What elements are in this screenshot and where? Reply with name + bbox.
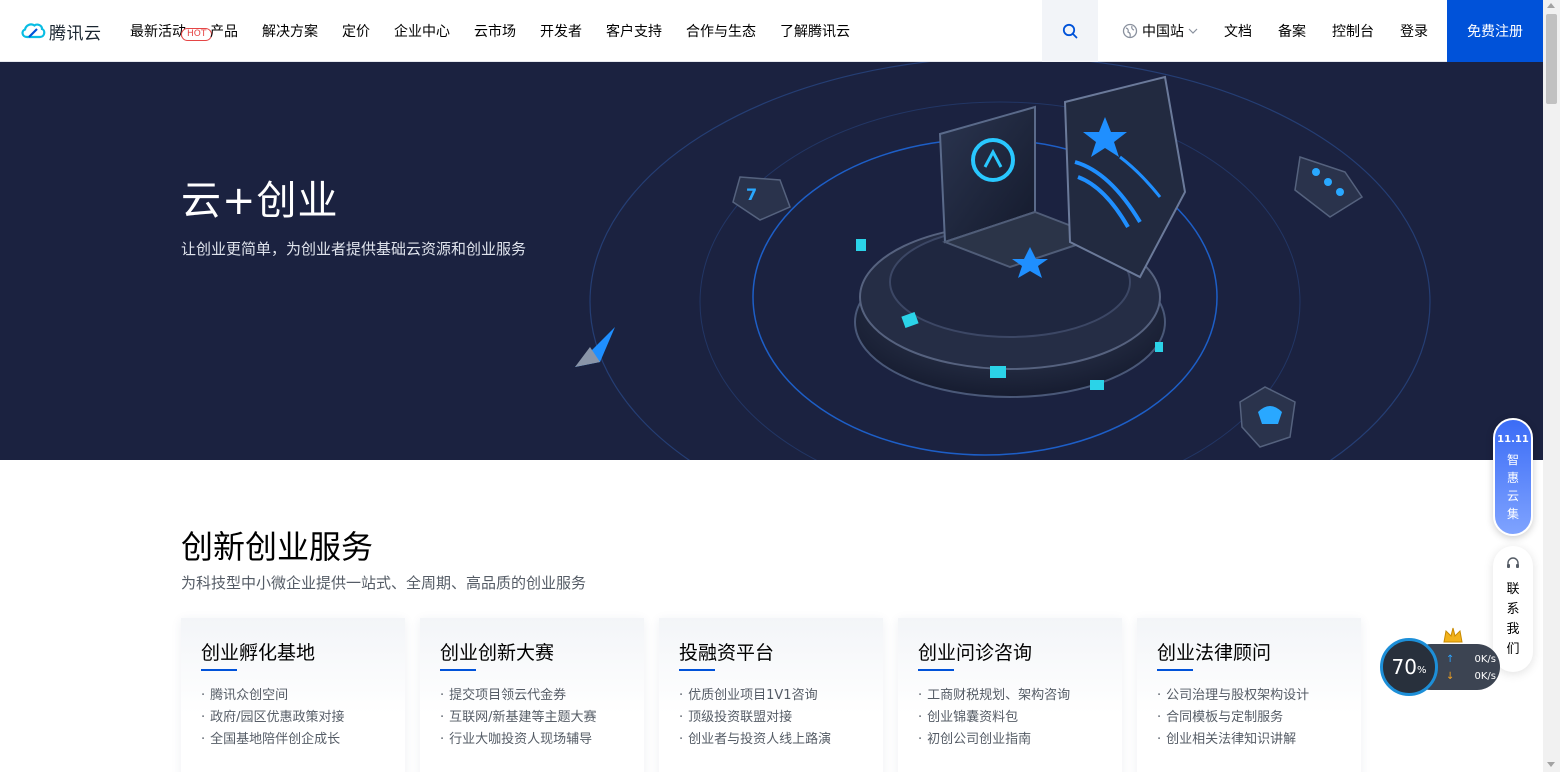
contact-char: 我 (1506, 622, 1520, 637)
nav-item-developers[interactable]: 开发者 (540, 21, 582, 41)
contact-char: 联 (1506, 582, 1520, 597)
service-card-incubation[interactable]: 创业孵化基地 腾讯众创空间 政府/园区优惠政策对接 全国基地陪伴创企成长 (181, 618, 405, 772)
service-cards: 创业孵化基地 腾讯众创空间 政府/园区优惠政策对接 全国基地陪伴创企成长 创业创… (181, 618, 1376, 772)
promo-char: 云 (1506, 489, 1519, 503)
nav-item-pricing[interactable]: 定价 (342, 21, 370, 41)
promo-char: 惠 (1506, 471, 1519, 485)
nav-item-about[interactable]: 了解腾讯云 (780, 21, 850, 41)
logo-text: 腾讯云 (49, 23, 102, 44)
service-card-consulting[interactable]: 创业问诊咨询 工商财税规划、架构咨询 创业锦囊资料包 初创公司创业指南 (898, 618, 1122, 772)
region-label: 中国站 (1142, 24, 1184, 40)
service-card-competition[interactable]: 创业创新大赛 提交项目领云代金券 互联网/新基建等主题大赛 行业大咖投资人现场辅… (420, 618, 644, 772)
nav-item-solutions[interactable]: 解决方案 (262, 21, 318, 41)
service-card-legal[interactable]: 创业法律顾问 公司治理与股权架构设计 合同模板与定制服务 创业相关法律知识讲解 (1137, 618, 1361, 772)
top-header: 腾讯云 最新活动 HOT 产品 解决方案 定价 企业中心 云市场 开发者 客户支… (0, 0, 1543, 62)
download-speed: ↓ 0K/s (1446, 671, 1496, 682)
right-nav: 中国站 文档 备案 控制台 登录 (1122, 0, 1454, 62)
chevron-down-icon (1188, 28, 1198, 34)
speed-percent-circle: 70% (1380, 638, 1438, 696)
promo-char: 集 (1506, 507, 1519, 521)
double11-promo-button[interactable]: 11.11 智 惠 云 集 (1493, 418, 1533, 536)
scroll-down-arrow-icon[interactable] (1547, 762, 1555, 767)
hero-subtitle: 让创业更简单，为创业者提供基础云资源和创业服务 (181, 240, 527, 258)
contact-char: 们 (1506, 642, 1520, 657)
download-value: 0K/s (1474, 671, 1497, 682)
card-item[interactable]: 全国基地陪伴创企成长 (201, 729, 385, 751)
card-title: 投融资平台 (679, 642, 775, 664)
speed-percent: 70 (1391, 655, 1417, 679)
download-arrow-icon: ↓ (1446, 671, 1455, 682)
vertical-scrollbar[interactable] (1543, 0, 1560, 772)
speed-percent-unit: % (1416, 664, 1427, 676)
card-item[interactable]: 互联网/新基建等主题大赛 (440, 707, 624, 729)
hero-banner: 7 云+创业 让创业更简单，为创业者提供基础云资源和创业服务 (0, 62, 1543, 460)
card-item[interactable]: 合同模板与定制服务 (1157, 707, 1341, 729)
login-link[interactable]: 登录 (1400, 21, 1428, 41)
card-underline (918, 669, 954, 671)
nav-item-partners[interactable]: 合作与生态 (686, 21, 756, 41)
nav-item-label: 最新活动 (130, 24, 186, 40)
main-nav: 最新活动 HOT 产品 解决方案 定价 企业中心 云市场 开发者 客户支持 合作… (130, 0, 874, 62)
service-card-financing[interactable]: 投融资平台 优质创业项目1V1咨询 顶级投资联盟对接 创业者与投资人线上路演 (659, 618, 883, 772)
card-title: 创业法律顾问 (1157, 642, 1272, 664)
scroll-thumb[interactable] (1546, 14, 1557, 104)
card-item[interactable]: 创业相关法律知识讲解 (1157, 729, 1341, 751)
page: 腾讯云 最新活动 HOT 产品 解决方案 定价 企业中心 云市场 开发者 客户支… (0, 0, 1560, 772)
hero-illustration: 7 (575, 62, 1431, 460)
card-item[interactable]: 创业者与投资人线上路演 (679, 729, 863, 751)
nav-item-latest-activities[interactable]: 最新活动 HOT (130, 21, 213, 41)
card-title: 创业创新大赛 (440, 642, 555, 664)
services-title: 创新创业服务 (181, 528, 374, 566)
services-subtitle: 为科技型中小微企业提供一站式、全周期、高品质的创业服务 (181, 574, 587, 592)
upload-value: 0K/s (1474, 654, 1497, 665)
free-register-button[interactable]: 免费注册 (1447, 0, 1543, 62)
svg-text:7: 7 (746, 185, 757, 204)
promo-char: 智 (1506, 453, 1519, 467)
card-item[interactable]: 工商财税规划、架构咨询 (918, 685, 1102, 707)
contact-char: 系 (1506, 602, 1520, 617)
card-item[interactable]: 优质创业项目1V1咨询 (679, 685, 863, 707)
card-title: 创业孵化基地 (201, 642, 316, 664)
nav-item-cloud-market[interactable]: 云市场 (474, 21, 516, 41)
icp-filing-link[interactable]: 备案 (1278, 21, 1306, 41)
network-speed-widget[interactable]: 70% ↑ 0K/s ↓ 0K/s (1380, 627, 1502, 696)
vip-crown-icon (1443, 627, 1463, 643)
card-underline (201, 669, 237, 671)
card-underline (679, 669, 715, 671)
card-item[interactable]: 提交项目领云代金券 (440, 685, 624, 707)
hero-title: 云+创业 (181, 178, 339, 224)
card-item[interactable]: 政府/园区优惠政策对接 (201, 707, 385, 729)
upload-speed: ↑ 0K/s (1446, 654, 1496, 665)
upload-arrow-icon: ↑ (1446, 654, 1455, 665)
docs-link[interactable]: 文档 (1224, 21, 1252, 41)
nav-item-enterprise-center[interactable]: 企业中心 (394, 21, 450, 41)
region-select[interactable]: 中国站 (1122, 21, 1198, 41)
card-title: 创业问诊咨询 (918, 642, 1033, 664)
card-item[interactable]: 行业大咖投资人现场辅导 (440, 729, 624, 751)
card-item[interactable]: 腾讯众创空间 (201, 685, 385, 707)
card-item[interactable]: 顶级投资联盟对接 (679, 707, 863, 729)
card-item[interactable]: 创业锦囊资料包 (918, 707, 1102, 729)
headset-icon (1507, 557, 1519, 568)
card-item[interactable]: 公司治理与股权架构设计 (1157, 685, 1341, 707)
scroll-up-arrow-icon[interactable] (1547, 3, 1555, 8)
promo-date: 11.11 (1497, 434, 1529, 445)
card-underline (1157, 669, 1193, 671)
nav-item-support[interactable]: 客户支持 (606, 21, 662, 41)
logo[interactable]: 腾讯云 (20, 18, 102, 44)
hot-badge: HOT (181, 28, 213, 41)
cloud-logo-icon (21, 23, 46, 39)
card-underline (440, 669, 476, 671)
nav-item-products[interactable]: 产品 (210, 21, 238, 41)
search-button[interactable] (1042, 0, 1098, 62)
card-item[interactable]: 初创公司创业指南 (918, 729, 1102, 751)
console-link[interactable]: 控制台 (1332, 21, 1374, 41)
search-icon (1062, 23, 1078, 39)
globe-icon (1122, 23, 1138, 39)
